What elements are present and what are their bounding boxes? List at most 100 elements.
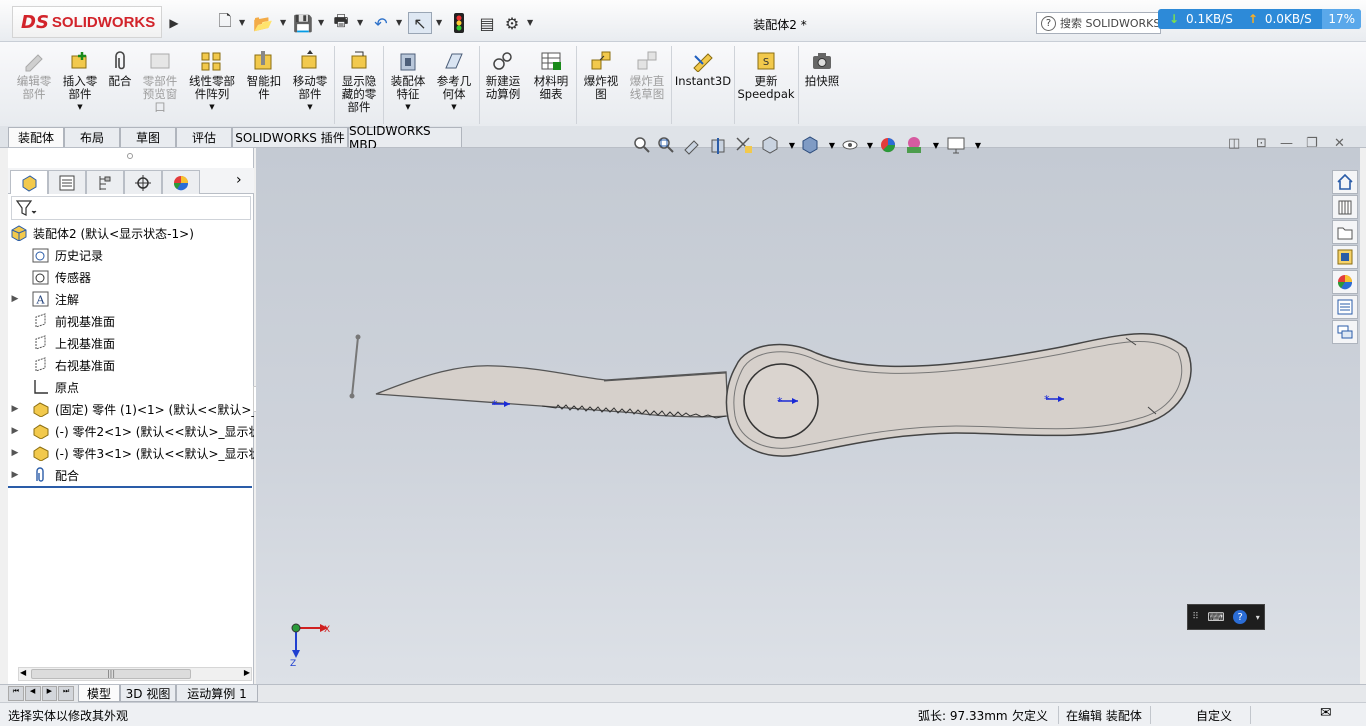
forum-chat-icon[interactable] (1332, 320, 1358, 344)
tab-solidworks-addins[interactable]: SOLIDWORKS 插件 (232, 127, 348, 147)
pane-collapse-handle[interactable] (127, 153, 133, 159)
edit-component-button[interactable]: 编辑零 部件 (14, 50, 54, 101)
tree-filter-field[interactable] (11, 196, 251, 220)
graphics-area[interactable]: ▼ ▼ ▼ ▼ ▼ ◫ ⊡ — ❐ ✕ * * * X Z ⠿ ⌨ ? ▾ (256, 136, 1360, 684)
tab-sketch[interactable]: 草图 (120, 127, 176, 147)
file-explorer-folder-icon[interactable] (1332, 220, 1358, 244)
help-icon[interactable]: ? (1233, 610, 1248, 624)
custom-properties-icon[interactable] (1332, 295, 1358, 319)
reference-geometry-button[interactable]: 参考几 何体 ▼ (433, 50, 475, 114)
expand-arrow-icon[interactable]: ▶ (8, 294, 22, 304)
save-dropdown-icon[interactable]: ▼ (318, 18, 324, 27)
knife-handle[interactable] (725, 332, 1192, 457)
undo-dropdown-icon[interactable]: ▼ (396, 18, 402, 27)
take-snapshot-button[interactable]: 拍快照 (802, 50, 842, 88)
tree-item-right-plane[interactable]: 右视基准面 (8, 354, 254, 376)
tab-3d-views[interactable]: 3D 视图 (120, 685, 176, 702)
scrollbar-thumb[interactable]: ||| (31, 669, 191, 679)
tree-item-top-plane[interactable]: 上视基准面 (8, 332, 254, 354)
prev-tab-icon[interactable]: ◀ (24, 686, 41, 701)
reference-geometry-dropdown-icon[interactable]: ▼ (451, 101, 456, 114)
move-component-button[interactable]: 移动零 部件 ▼ (290, 50, 330, 114)
tab-scroll-controls[interactable]: ⏮ ◀ ▶ ⏭ (8, 686, 74, 701)
toolbar-grip-icon[interactable]: ⠿ (1192, 612, 1199, 622)
tree-item-part1[interactable]: ▶ (固定) 零件 (1)<1> (默认<<默认>_显 (8, 398, 254, 420)
scroll-left-icon[interactable]: ◀ (20, 668, 26, 677)
options-gear-icon[interactable]: ⚙ (501, 12, 523, 34)
tab-model[interactable]: 模型 (78, 685, 120, 702)
expand-arrow-icon[interactable]: ▶ (8, 404, 22, 414)
assembly-features-button[interactable]: 装配体 特征 ▼ (387, 50, 429, 114)
linear-pattern-dropdown-icon[interactable]: ▼ (209, 101, 214, 114)
select-dropdown-icon[interactable]: ▼ (436, 18, 442, 27)
show-hidden-components-button[interactable]: 显示隐 藏的零 部件 (338, 50, 380, 114)
tree-horizontal-scrollbar[interactable]: ◀ ||| ▶ (18, 667, 252, 681)
appearances-scenes-icon[interactable] (1332, 270, 1358, 294)
display-manager-tab[interactable] (162, 170, 200, 194)
tree-item-front-plane[interactable]: 前视基准面 (8, 310, 254, 332)
quick-tips-icon[interactable]: ✉ (1320, 705, 1332, 721)
component-preview-window-button[interactable]: 零部件 预览窗 口 (140, 50, 180, 114)
search-input[interactable]: ? 搜索 SOLIDWORKS (1036, 12, 1161, 34)
expand-arrow-icon[interactable]: ▶ (8, 426, 22, 436)
assembly-features-dropdown-icon[interactable]: ▼ (405, 101, 410, 114)
open-folder-icon[interactable]: 📂 (252, 12, 274, 34)
bill-of-materials-button[interactable]: 材料明 细表 (530, 50, 572, 101)
property-manager-tab[interactable] (48, 170, 86, 194)
units-custom[interactable]: 自定义 (1196, 707, 1232, 724)
next-tab-icon[interactable]: ▶ (41, 686, 58, 701)
rebuild-traffic-light-icon[interactable] (450, 12, 468, 34)
feature-manager-tab[interactable] (10, 170, 48, 194)
tree-item-sensors[interactable]: 传感器 (8, 266, 254, 288)
smart-fasteners-button[interactable]: 智能扣 件 (244, 50, 284, 101)
new-document-icon[interactable]: 🗋 (214, 11, 236, 34)
instant3d-button[interactable]: Instant3D (675, 50, 731, 88)
new-motion-study-button[interactable]: 新建运 动算例 (482, 50, 524, 101)
undo-icon[interactable]: ↶ (370, 12, 392, 34)
first-tab-icon[interactable]: ⏮ (8, 686, 24, 701)
file-properties-icon[interactable]: ▤ (476, 12, 498, 34)
tree-item-part2[interactable]: ▶ (-) 零件2<1> (默认<<默认>_显示状 (8, 420, 254, 442)
tree-item-part3[interactable]: ▶ (-) 零件3<1> (默认<<默认>_显示状 (8, 442, 254, 464)
mate-button[interactable]: 配合 (104, 50, 136, 88)
save-icon[interactable]: 💾 (292, 12, 314, 34)
dimxpert-manager-tab[interactable] (124, 170, 162, 194)
new-dropdown-icon[interactable]: ▼ (239, 18, 245, 27)
design-library-icon[interactable] (1332, 195, 1358, 219)
solidworks-logo[interactable]: DS SOLIDWORKS (12, 6, 162, 38)
print-icon[interactable]: 🖶 (330, 11, 352, 34)
tab-evaluate[interactable]: 评估 (176, 127, 232, 147)
expand-arrow-icon[interactable]: ▶ (8, 470, 22, 480)
open-dropdown-icon[interactable]: ▼ (280, 18, 286, 27)
tab-layout[interactable]: 布局 (64, 127, 120, 147)
view-palette-icon[interactable] (1332, 245, 1358, 269)
update-speedpak-button[interactable]: S 更新 Speedpak (737, 50, 795, 101)
explode-line-sketch-button[interactable]: 爆炸直 线草图 (626, 50, 668, 101)
toolbar-menu-icon[interactable]: ▾ (1256, 613, 1260, 622)
tree-item-mates[interactable]: ▶ 配合 (8, 464, 254, 486)
tree-item-origin[interactable]: 原点 (8, 376, 254, 398)
insert-components-dropdown-icon[interactable]: ▼ (77, 101, 82, 114)
move-component-dropdown-icon[interactable]: ▼ (307, 101, 312, 114)
linear-pattern-button[interactable]: 线性零部 件阵列 ▼ (186, 50, 238, 114)
last-tab-icon[interactable]: ⏭ (58, 686, 74, 701)
knife-blade[interactable] (375, 365, 729, 419)
tree-item-history[interactable]: 历史记录 (8, 244, 254, 266)
insert-components-button[interactable]: 插入零 部件 ▼ (60, 50, 100, 114)
tab-assembly[interactable]: 装配体 (8, 127, 64, 147)
exploded-view-button[interactable]: 爆炸视 图 (580, 50, 622, 101)
tab-motion-study-1[interactable]: 运动算例 1 (176, 685, 258, 702)
help-icon[interactable]: ? (1041, 15, 1056, 31)
menu-expand-arrow-icon[interactable]: ▶ (166, 12, 182, 34)
options-dropdown-icon[interactable]: ▼ (527, 18, 533, 27)
tree-item-annotations[interactable]: ▶ A 注解 (8, 288, 254, 310)
select-pointer-icon[interactable]: ↖ (408, 12, 432, 34)
tree-root-assembly[interactable]: 装配体2 (默认<显示状态-1>) (8, 222, 254, 244)
scroll-right-icon[interactable]: ▶ (244, 668, 250, 677)
rollback-bar[interactable] (8, 486, 252, 488)
print-dropdown-icon[interactable]: ▼ (357, 18, 363, 27)
tabs-scroll-right-icon[interactable]: › (236, 172, 242, 188)
tab-solidworks-mbd[interactable]: SOLIDWORKS MBD (348, 124, 462, 152)
keyboard-icon[interactable]: ⌨ (1207, 610, 1224, 624)
home-icon[interactable] (1332, 170, 1358, 194)
